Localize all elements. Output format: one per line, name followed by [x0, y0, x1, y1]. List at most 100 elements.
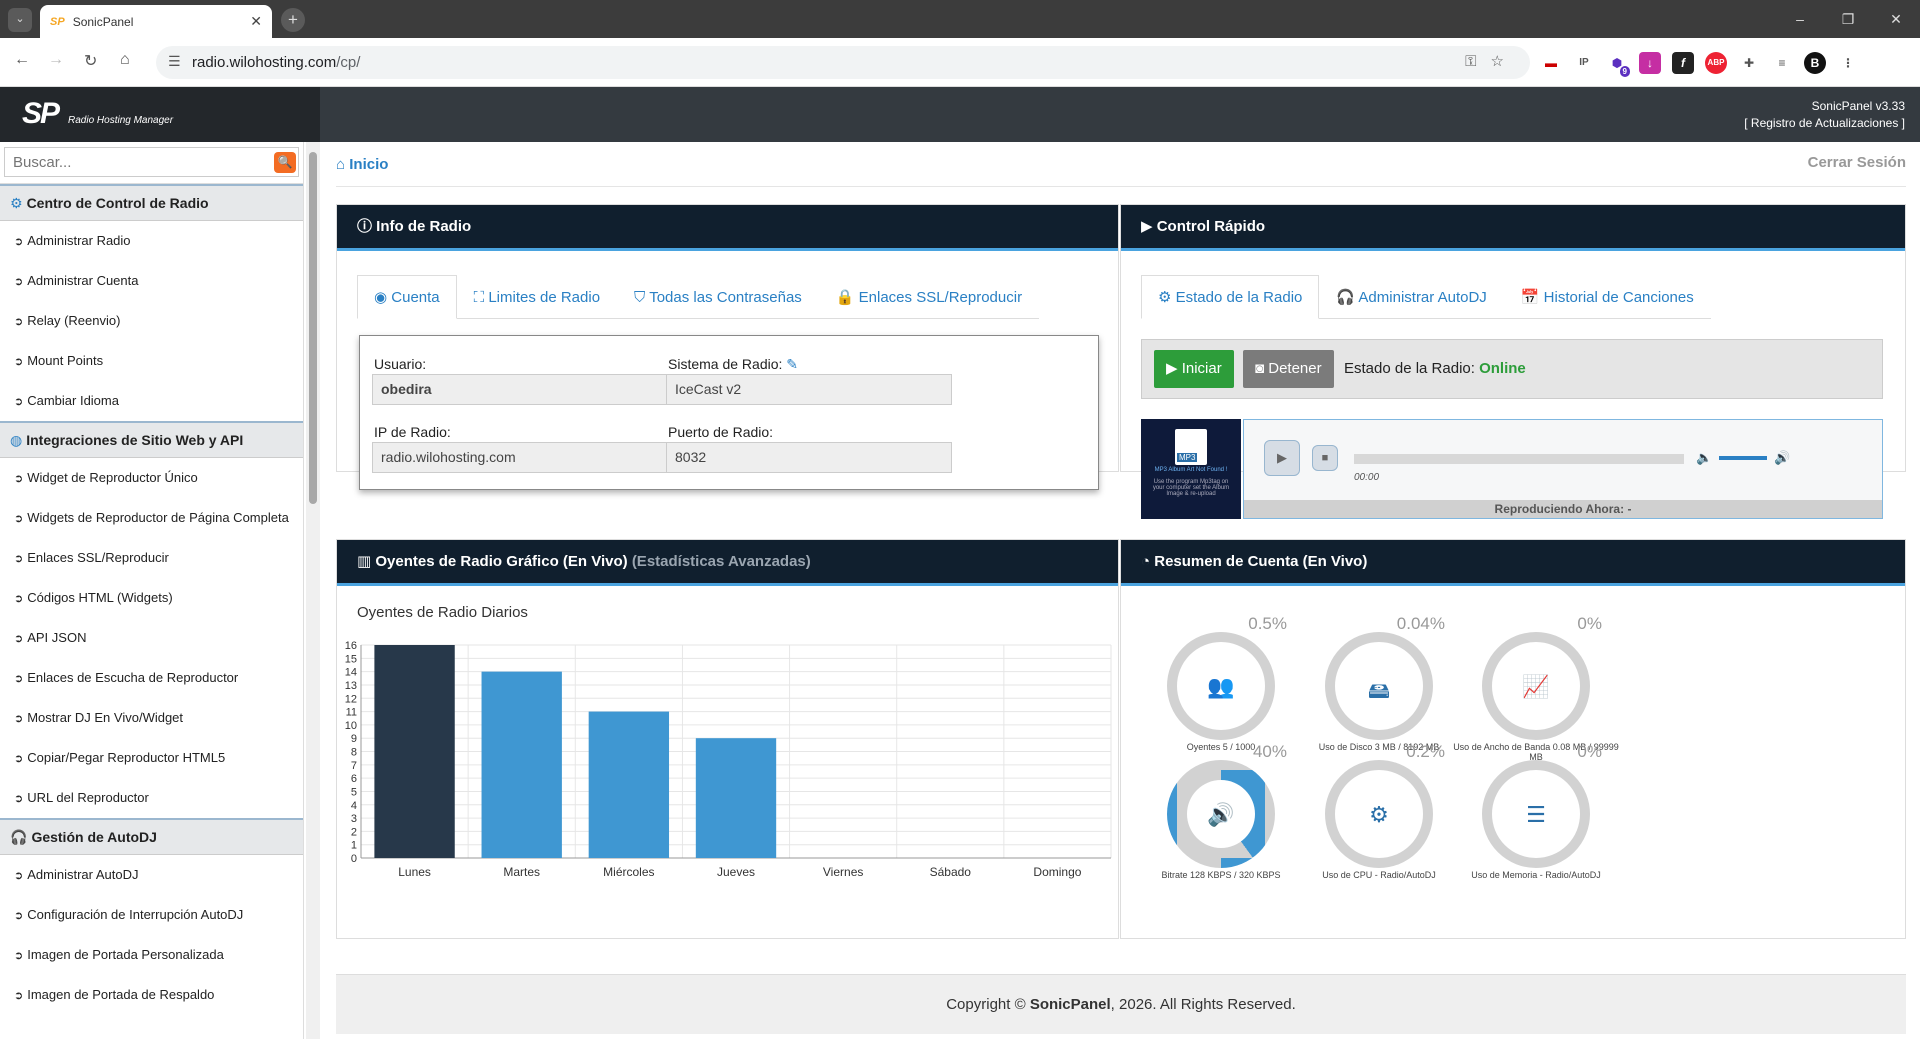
system-label: Sistema de Radio: ✎ — [668, 356, 798, 373]
scrollbar-thumb[interactable] — [309, 152, 317, 504]
chevron-circle-icon: ➲ — [14, 753, 24, 765]
usage-dial: 🔊 40% Bitrate 128 KBPS / 320 KBPS — [1131, 742, 1311, 880]
sidebar-item[interactable]: ➲ Cambiar Idioma — [0, 381, 303, 421]
stop-button[interactable]: ◙ Detener — [1243, 350, 1334, 388]
bookmark-star-icon[interactable]: ☆ — [1491, 53, 1518, 70]
sp-logo: SP — [22, 97, 60, 130]
panel-title: Control Rápido — [1156, 218, 1266, 235]
sidebar-item[interactable]: ➲ Administrar Cuenta — [0, 261, 303, 301]
system-label-text: Sistema de Radio: — [668, 356, 783, 372]
search-input[interactable] — [4, 147, 299, 177]
pencil-icon[interactable]: ✎ — [786, 356, 798, 372]
dial-percent: 0% — [1577, 742, 1602, 761]
sidebar-item[interactable]: ➲ Enlaces de Escucha de Reproductor — [0, 658, 303, 698]
chevron-circle-icon: ➲ — [14, 513, 24, 525]
sidebar-scrollbar[interactable] — [306, 142, 320, 1039]
forward-icon[interactable]: → — [48, 51, 64, 69]
sidebar-item[interactable]: ➲ Administrar Radio — [0, 221, 303, 261]
tab-historial[interactable]: 📅 Historial de Canciones — [1504, 275, 1711, 318]
reload-icon[interactable]: ↻ — [84, 51, 97, 71]
x-tick-label: Lunes — [398, 865, 431, 879]
font-extension-icon[interactable]: f — [1672, 52, 1694, 74]
sidebar-item[interactable]: ➲ Configuración de Interrupción AutoDJ — [0, 895, 303, 935]
y-tick-label: 14 — [345, 667, 357, 679]
sidebar-item-label: API JSON — [27, 630, 87, 645]
close-window-icon[interactable]: ✕ — [1872, 0, 1920, 38]
profile-avatar[interactable]: B — [1804, 52, 1826, 74]
progress-track[interactable] — [1354, 454, 1684, 464]
y-tick-label: 7 — [351, 760, 357, 772]
sidebar-item[interactable]: ➲ Imagen de Portada de Respaldo — [0, 975, 303, 1015]
address-bar[interactable]: ☰ radio.wilohosting.com/cp/ ⚿☆ — [156, 46, 1530, 79]
restore-icon[interactable]: ❐ — [1824, 0, 1872, 38]
panel-title: Info de Radio — [376, 218, 472, 235]
sidebar-item[interactable]: ➲ Widgets de Reproductor de Página Comple… — [0, 498, 303, 538]
extensions-bar: ▬ IP ⬢ 9 ↓ f ABP ✚ ≡ B ⋮ — [1540, 52, 1859, 77]
x-tick-label: Domingo — [1033, 865, 1081, 879]
brand[interactable]: SP Radio Hosting Manager — [0, 87, 320, 142]
new-tab-button[interactable]: + — [281, 8, 305, 32]
sidebar-item[interactable]: ➲ API JSON — [0, 618, 303, 658]
stop-player-button[interactable]: ■ — [1312, 445, 1338, 471]
sidebar-item[interactable]: ➲ Imagen de Portada Personalizada — [0, 935, 303, 975]
key-icon[interactable]: ⚿ — [1465, 53, 1490, 70]
shield-icon: ⛉ — [634, 289, 650, 306]
site-info-icon[interactable]: ☰ — [168, 53, 181, 70]
minimize-icon[interactable]: – — [1776, 0, 1824, 38]
volume-slider[interactable] — [1719, 456, 1767, 460]
tab-autodj[interactable]: 🎧 Administrar AutoDJ — [1319, 275, 1503, 318]
start-button[interactable]: ▶ Iniciar — [1154, 350, 1234, 388]
ip-extension-icon[interactable]: IP — [1573, 52, 1595, 74]
chevron-circle-icon: ➲ — [14, 910, 24, 922]
logout-link[interactable]: Cerrar Sesión — [1808, 154, 1906, 171]
tab-contrasenas[interactable]: ⛉ Todas las Contraseñas — [617, 275, 819, 318]
puzzle-icon[interactable]: ✚ — [1738, 52, 1760, 74]
dial-percent: 0.5% — [1248, 614, 1287, 633]
play-circle-icon: ▶ — [1141, 218, 1157, 235]
sidebar-item[interactable]: ➲ Mostrar DJ En Vivo/Widget — [0, 698, 303, 738]
brand-tagline: Radio Hosting Manager — [68, 115, 174, 126]
calendar-icon: 📅 — [1520, 289, 1544, 306]
mute-icon[interactable]: 🔈 — [1696, 450, 1712, 466]
sidebar-item-label: Enlaces de Escucha de Reproductor — [27, 670, 239, 685]
chevron-circle-icon: ➲ — [14, 633, 24, 645]
footer: Copyright © SonicPanel, 2026. All Rights… — [336, 974, 1906, 1034]
media-list-icon[interactable]: ≡ — [1771, 52, 1793, 74]
sidebar-item[interactable]: ➲ Relay (Reenvio) — [0, 301, 303, 341]
y-tick-label: 10 — [345, 720, 357, 732]
back-icon[interactable]: ← — [14, 51, 30, 69]
sidebar-item[interactable]: ➲ Enlaces SSL/Reproducir — [0, 538, 303, 578]
tab-limites[interactable]: ⛶ Limites de Radio — [457, 275, 617, 318]
headphones-icon: 🎧 — [1336, 289, 1359, 306]
tab-cuenta[interactable]: ◉ Cuenta — [357, 275, 457, 319]
play-button[interactable]: ▶ — [1264, 440, 1300, 476]
tab-enlaces-ssl[interactable]: 🔒 Enlaces SSL/Reproducir — [819, 275, 1039, 318]
breadcrumb-home[interactable]: Inicio — [349, 156, 388, 173]
advanced-stats-link[interactable]: (Estadísticas Avanzadas) — [632, 553, 811, 570]
sidebar-item[interactable]: ➲ URL del Reproductor — [0, 778, 303, 818]
sidebar-item-label: Administrar Radio — [27, 233, 131, 248]
sidebar-item[interactable]: ➲ Mount Points — [0, 341, 303, 381]
changelog-link[interactable]: [ Registro de Actualizaciones ] — [1744, 115, 1905, 132]
breadcrumb[interactable]: ⌂ Inicio — [336, 156, 388, 173]
search-icon[interactable]: 🔍 — [274, 152, 296, 173]
sidebar-item[interactable]: ➲ Copiar/Pegar Reproductor HTML5 — [0, 738, 303, 778]
port-label: Puerto de Radio: — [668, 424, 774, 440]
globe-icon: ◍ — [10, 432, 23, 448]
flag-extension-icon[interactable]: ▬ — [1540, 52, 1562, 74]
download-extension-icon[interactable]: ↓ — [1639, 52, 1661, 74]
sidebar-item[interactable]: ➲ Widget de Reproductor Único — [0, 458, 303, 498]
sidebar-item[interactable]: ➲ Códigos HTML (Widgets) — [0, 578, 303, 618]
tab-estado[interactable]: ⚙ Estado de la Radio — [1141, 275, 1320, 319]
close-tab-icon[interactable]: ✕ — [250, 13, 262, 30]
volume-max-icon[interactable]: 🔊 — [1774, 450, 1790, 466]
adblock-icon[interactable]: ABP — [1705, 52, 1727, 74]
menu-dots-icon[interactable]: ⋮ — [1837, 52, 1859, 74]
panel-header: ⓘ Info de Radio — [337, 205, 1118, 251]
home-icon[interactable]: ⌂ — [120, 51, 130, 69]
browser-tab[interactable]: SP SonicPanel ✕ — [40, 5, 272, 38]
divider — [336, 186, 1906, 187]
tab-search-button[interactable]: ⌄ — [8, 8, 32, 32]
hexagon-extension-icon[interactable]: ⬢ 9 — [1606, 52, 1630, 77]
sidebar-item[interactable]: ➲ Administrar AutoDJ — [0, 855, 303, 895]
